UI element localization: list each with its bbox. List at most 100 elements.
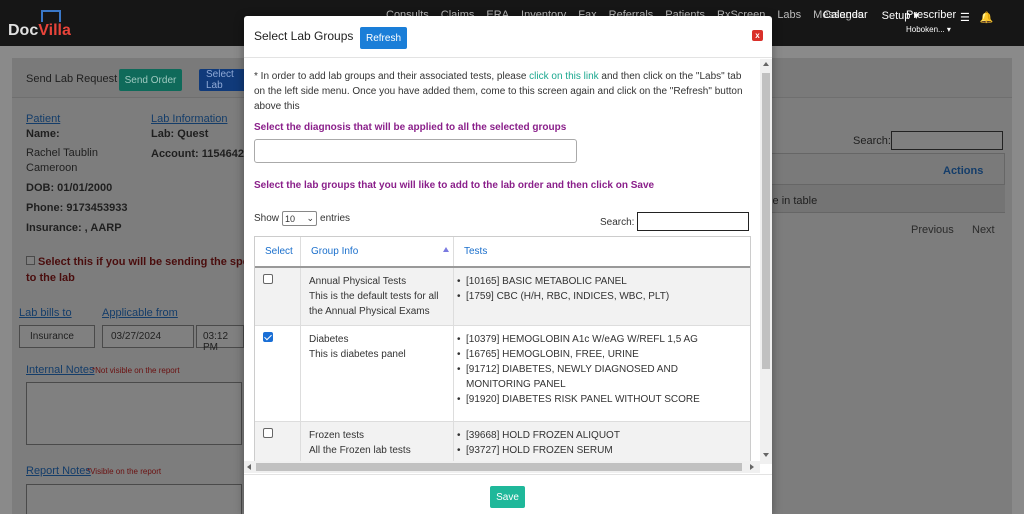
select-lab-button[interactable]: Select Lab	[199, 69, 247, 91]
table-row: Frozen tests All the Frozen lab tests [3…	[255, 422, 750, 464]
scroll-left-icon[interactable]	[247, 464, 251, 470]
modal-footer: Save	[244, 474, 772, 514]
lab-text: Lab: Quest	[151, 128, 208, 140]
column-group-info-label: Group Info	[311, 246, 358, 257]
instructions-text: * In order to add lab groups and their a…	[254, 69, 748, 114]
report-notes-hint: *Visible on the report	[87, 467, 161, 476]
refresh-button[interactable]: Refresh	[360, 27, 407, 49]
horizontal-scrollbar[interactable]	[244, 461, 760, 473]
tests-list: [39668] HOLD FROZEN ALIQUOT [93727] HOLD…	[454, 428, 744, 458]
list-icon[interactable]: ☰	[960, 11, 970, 24]
nav-labs[interactable]: Labs	[777, 9, 801, 21]
chevron-down-icon: ⌄	[306, 213, 314, 224]
report-notes-textarea[interactable]	[26, 484, 242, 514]
modal-header: Select Lab Groups Refresh x	[244, 16, 772, 58]
test-item: [10165] BASIC METABOLIC PANEL	[454, 274, 744, 289]
test-item: [1759] CBC (H/H, RBC, INDICES, WBC, PLT)	[454, 289, 744, 304]
applicable-from-label: Applicable from	[102, 307, 178, 319]
horizontal-scroll-thumb[interactable]	[256, 463, 742, 471]
vertical-scroll-thumb[interactable]	[762, 73, 770, 369]
row-checkbox-frozen[interactable]	[263, 428, 273, 438]
entries-select[interactable]: 10 ⌄	[282, 211, 317, 226]
table-header: Select Group Info Tests	[255, 237, 750, 268]
internal-notes-hint: *Not visible on the report	[92, 366, 180, 375]
send-order-button[interactable]: Send Order	[119, 69, 182, 91]
group-name: Frozen tests	[309, 428, 447, 443]
specimen-checkbox[interactable]	[26, 256, 35, 265]
actions-header: Actions	[943, 165, 983, 177]
lab-groups-link[interactable]: click on this link	[529, 71, 598, 82]
column-select[interactable]: Select	[255, 237, 301, 266]
entries-value: 10	[285, 214, 295, 224]
test-item: [91920] DIABETES RISK PANEL WITHOUT SCOR…	[454, 392, 744, 407]
scroll-right-icon[interactable]	[750, 464, 754, 470]
insurance-text: Insurance: , AARP	[26, 222, 122, 234]
bg-search-label: Search:	[853, 135, 891, 147]
internal-notes-label: Internal Notes	[26, 364, 94, 376]
lab-info-heading: Lab Information	[151, 113, 227, 125]
group-name: Diabetes	[309, 332, 447, 347]
row-checkbox-diabetes[interactable]	[263, 332, 273, 342]
phone-text: Phone: 9173453933	[26, 202, 128, 214]
name-label: Name:	[26, 128, 60, 140]
nav-calendar[interactable]: Calendar	[823, 9, 868, 22]
modal-body: * In order to add lab groups and their a…	[244, 59, 760, 464]
table-row: Diabetes This is diabetes panel [10379] …	[255, 326, 750, 422]
test-item: [39668] HOLD FROZEN ALIQUOT	[454, 428, 744, 443]
applicable-time-input[interactable]: 03:12 PM	[196, 325, 244, 348]
previous-page-button[interactable]: Previous	[911, 224, 954, 236]
diagnosis-input[interactable]	[254, 139, 577, 163]
report-notes-label: Report Notes	[26, 465, 91, 477]
lab-groups-table: Select Group Info Tests Annual Physical …	[254, 236, 751, 464]
bg-search-input[interactable]	[891, 131, 1003, 150]
show-label: Show	[254, 213, 279, 224]
test-item: [10379] HEMOGLOBIN A1c W/eAG W/REFL 1,5 …	[454, 332, 744, 347]
group-description: All the Frozen lab tests	[309, 443, 447, 458]
docvilla-logo[interactable]: DocVilla	[8, 8, 88, 40]
patient-heading: Patient	[26, 113, 60, 125]
tests-list: [10379] HEMOGLOBIN A1c W/eAG W/REFL 1,5 …	[454, 332, 744, 407]
nav-right-links: Calendar Setup ▾	[823, 9, 919, 22]
groups-label: Select the lab groups that you will like…	[254, 180, 654, 191]
house-icon	[41, 10, 61, 22]
scroll-up-icon[interactable]	[763, 62, 769, 66]
page-title: Send Lab Request	[26, 73, 117, 85]
patient-name-line2: Cameroon	[26, 162, 77, 174]
save-button[interactable]: Save	[490, 486, 525, 508]
column-tests[interactable]: Tests	[454, 237, 750, 266]
bell-icon[interactable]: 🔔	[980, 11, 994, 24]
logo-suffix: Villa	[38, 22, 71, 39]
group-name: Annual Physical Tests	[309, 274, 447, 289]
test-item: [16765] HEMOGLOBIN, FREE, URINE	[454, 347, 744, 362]
row-checkbox-annual[interactable]	[263, 274, 273, 284]
table-row: Annual Physical Tests This is the defaul…	[255, 268, 750, 326]
location-menu[interactable]: Hoboken... ▾	[906, 25, 951, 34]
scroll-down-icon[interactable]	[763, 453, 769, 457]
select-lab-groups-modal: Select Lab Groups Refresh x * In order t…	[244, 16, 772, 514]
applicable-date-input[interactable]: 03/27/2024	[102, 325, 194, 348]
test-item: [93727] HOLD FROZEN SERUM	[454, 443, 744, 458]
sort-asc-icon	[443, 247, 449, 252]
column-group-info[interactable]: Group Info	[301, 237, 454, 266]
vertical-scrollbar[interactable]	[760, 59, 772, 464]
modal-title: Select Lab Groups	[254, 29, 353, 43]
nav-icons: ☰ 🔔	[960, 11, 994, 24]
show-entries: Show 10 ⌄ entries	[254, 211, 350, 226]
group-description: This is diabetes panel	[309, 347, 447, 362]
prescriber-menu[interactable]: Prescriber	[906, 9, 956, 21]
internal-notes-textarea[interactable]	[26, 382, 242, 445]
close-icon[interactable]: x	[752, 30, 763, 41]
lab-bills-to-select[interactable]: Insurance	[19, 325, 95, 348]
account-text: Account: 11546429	[151, 148, 250, 160]
next-page-button[interactable]: Next	[972, 224, 995, 236]
group-description: This is the default tests for all the An…	[309, 289, 447, 319]
logo-prefix: Doc	[8, 22, 38, 39]
lab-bills-to-label: Lab bills to	[19, 307, 72, 319]
test-item: [91712] DIABETES, NEWLY DIAGNOSED AND MO…	[454, 362, 744, 392]
search-input[interactable]	[637, 212, 749, 231]
search-label: Search:	[600, 217, 634, 228]
dob-text: DOB: 01/01/2000	[26, 182, 112, 194]
diagnosis-label: Select the diagnosis that will be applie…	[254, 122, 566, 133]
entries-label: entries	[320, 213, 350, 224]
tests-list: [10165] BASIC METABOLIC PANEL [1759] CBC…	[454, 274, 744, 304]
